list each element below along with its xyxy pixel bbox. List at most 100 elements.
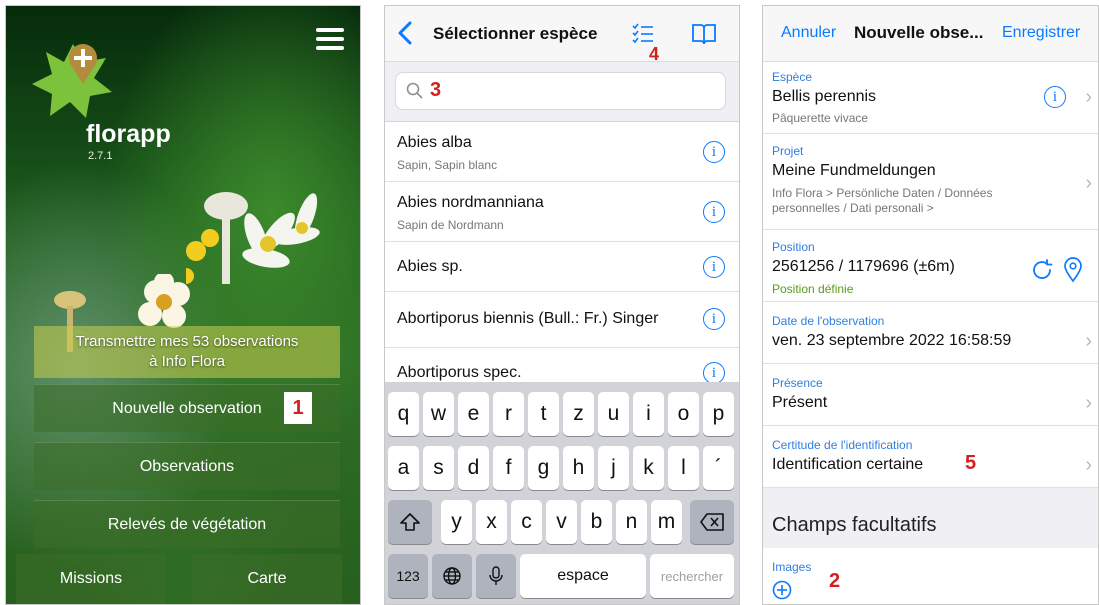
species-list-item[interactable]: Abies sp. i: [385, 242, 739, 292]
position-label: Position: [772, 240, 815, 254]
new-observation-label: Nouvelle observation: [112, 399, 262, 417]
key-j[interactable]: j: [598, 446, 629, 490]
species-common-name: Sapin, Sapin blanc: [397, 158, 498, 172]
annotation-marker-2: 2: [829, 570, 841, 592]
observations-button[interactable]: Observations: [34, 442, 340, 490]
project-path: Info Flora > Persönliche Daten / Données…: [772, 186, 993, 215]
page-title: Sélectionner espèce: [433, 24, 598, 43]
key-g[interactable]: g: [528, 446, 559, 490]
refresh-icon[interactable]: [1030, 258, 1054, 282]
on-screen-keyboard: q w e r t z u i o p a s d f g h j k l ´ …: [385, 382, 739, 604]
key-d[interactable]: d: [458, 446, 489, 490]
save-button[interactable]: Enregistrer: [1002, 24, 1080, 42]
numbers-key[interactable]: 123: [388, 554, 428, 598]
key-s[interactable]: s: [423, 446, 454, 490]
info-icon[interactable]: i: [703, 201, 725, 223]
images-label: Images: [772, 560, 812, 574]
transmit-line-1: Transmettre mes 53 observations: [75, 333, 299, 350]
key-b[interactable]: b: [581, 500, 612, 544]
info-icon[interactable]: i: [703, 362, 725, 384]
key-acute-accent[interactable]: ´: [703, 446, 734, 490]
key-w[interactable]: w: [423, 392, 454, 436]
key-f[interactable]: f: [493, 446, 524, 490]
images-field[interactable]: Images 2: [763, 548, 1098, 604]
species-list-item[interactable]: Abortiporus biennis (Bull.: Fr.) Singer …: [385, 292, 739, 348]
search-key[interactable]: rechercher: [650, 554, 734, 598]
microphone-key[interactable]: [476, 554, 516, 598]
identification-certainty-field[interactable]: Certitude de l'identification Identifica…: [763, 426, 1098, 488]
project-label: Projet: [772, 144, 804, 158]
key-n[interactable]: n: [616, 500, 647, 544]
info-icon[interactable]: i: [703, 308, 725, 330]
key-h[interactable]: h: [563, 446, 594, 490]
project-value: Meine Fundmeldungen: [772, 162, 936, 179]
key-v[interactable]: v: [546, 500, 577, 544]
key-z[interactable]: z: [563, 392, 594, 436]
info-icon[interactable]: i: [703, 256, 725, 278]
hamburger-menu-icon[interactable]: [316, 28, 344, 50]
species-value: Bellis perennis: [772, 88, 877, 105]
transmit-observations-button[interactable]: Transmettre mes 53 observations à Info F…: [34, 326, 340, 378]
search-field-container[interactable]: 3: [395, 72, 732, 110]
project-field[interactable]: Projet Meine Fundmeldungen Info Flora > …: [763, 134, 1098, 230]
location-pin-icon[interactable]: [1063, 257, 1083, 283]
key-t[interactable]: t: [528, 392, 559, 436]
key-o[interactable]: o: [668, 392, 699, 436]
species-list-item[interactable]: Abies alba Sapin, Sapin blanc i: [385, 122, 739, 182]
key-u[interactable]: u: [598, 392, 629, 436]
species-search-input[interactable]: [452, 79, 732, 105]
key-a[interactable]: a: [388, 446, 419, 490]
observation-date-field[interactable]: Date de l'observation ven. 23 septembre …: [763, 302, 1098, 364]
app-brand-name: florapp: [86, 120, 171, 148]
vegetation-label: Relevés de végétation: [107, 515, 267, 533]
presence-field[interactable]: Présence Présent ›: [763, 364, 1098, 426]
key-q[interactable]: q: [388, 392, 419, 436]
species-name: Abies sp.: [397, 258, 463, 275]
info-icon[interactable]: i: [703, 141, 725, 163]
cancel-button[interactable]: Annuler: [781, 24, 836, 42]
home-screen: florapp 2.7.1 Transmettre mes 53 observa…: [5, 5, 361, 605]
optional-fields-title: Champs facultatifs: [772, 514, 937, 536]
key-c[interactable]: c: [511, 500, 542, 544]
app-version: 2.7.1: [88, 150, 113, 162]
species-name: Abies nordmanniana: [397, 194, 544, 211]
presence-label: Présence: [772, 376, 823, 390]
key-i[interactable]: i: [633, 392, 664, 436]
chevron-right-icon: ›: [1085, 454, 1092, 476]
presence-value: Présent: [772, 394, 828, 411]
backspace-key[interactable]: [690, 500, 734, 544]
key-e[interactable]: e: [458, 392, 489, 436]
certainty-label: Certitude de l'identification: [772, 438, 913, 452]
observations-label: Observations: [139, 457, 235, 475]
key-l[interactable]: l: [668, 446, 699, 490]
species-name: Abies alba: [397, 134, 472, 151]
key-k[interactable]: k: [633, 446, 664, 490]
map-button[interactable]: Carte: [192, 554, 342, 604]
back-chevron-icon[interactable]: [395, 20, 417, 46]
position-value: 2561256 / 1179696 (±6m): [772, 258, 955, 275]
species-field[interactable]: Espèce Bellis perennis Pâquerette vivace…: [763, 62, 1098, 134]
key-y[interactable]: y: [441, 500, 472, 544]
vegetation-surveys-button[interactable]: Relevés de végétation: [34, 500, 340, 548]
key-m[interactable]: m: [651, 500, 682, 544]
globe-key[interactable]: [432, 554, 472, 598]
key-p[interactable]: p: [703, 392, 734, 436]
info-icon[interactable]: i: [1044, 86, 1066, 108]
space-key[interactable]: espace: [520, 554, 646, 598]
transmit-line-2: à Info Flora: [149, 353, 225, 370]
key-x[interactable]: x: [476, 500, 507, 544]
chevron-right-icon: ›: [1085, 330, 1092, 352]
missions-label: Missions: [59, 570, 123, 587]
add-image-plus-icon[interactable]: [772, 580, 792, 600]
backspace-icon: [700, 513, 724, 531]
map-label: Carte: [247, 570, 287, 587]
shift-key[interactable]: [388, 500, 432, 544]
book-icon[interactable]: [691, 22, 717, 46]
page-title: Nouvelle obse...: [854, 23, 984, 42]
position-field[interactable]: Position 2561256 / 1179696 (±6m) Positio…: [763, 230, 1098, 302]
key-r[interactable]: r: [493, 392, 524, 436]
missions-button[interactable]: Missions: [16, 554, 166, 604]
species-common-name: Sapin de Nordmann: [397, 218, 504, 232]
checklist-icon[interactable]: [631, 22, 655, 46]
species-list-item[interactable]: Abies nordmanniana Sapin de Nordmann i: [385, 182, 739, 242]
